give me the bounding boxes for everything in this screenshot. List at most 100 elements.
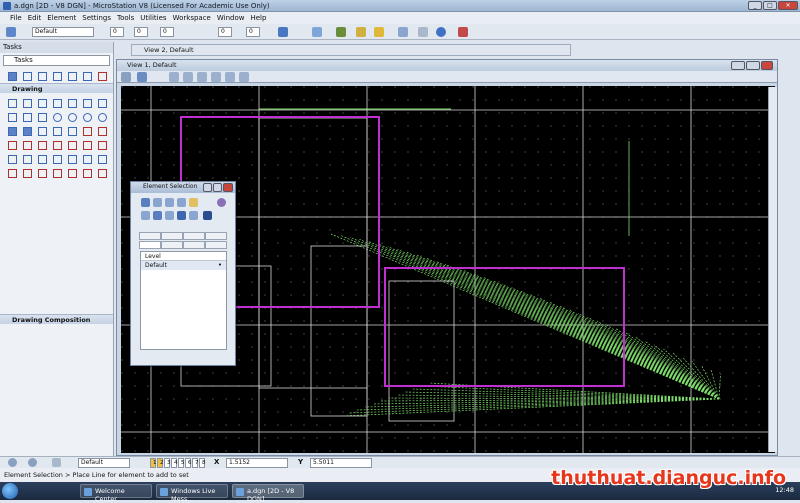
levels-icon[interactable]: [356, 27, 366, 37]
view-1-vertical-scrollbar[interactable]: [768, 87, 777, 452]
start-button[interactable]: [2, 483, 18, 499]
menu-workspace[interactable]: Workspace: [173, 14, 211, 22]
update-view-icon[interactable]: [137, 72, 147, 82]
tasks-selector[interactable]: Tasks: [3, 55, 110, 66]
num-combo-2[interactable]: 0: [246, 27, 260, 37]
select-all-icon[interactable]: [189, 198, 198, 207]
move-icon[interactable]: [36, 70, 47, 81]
show-pattern-icon[interactable]: [66, 153, 77, 164]
display-icon[interactable]: [374, 27, 384, 37]
select-individual-icon[interactable]: [141, 198, 150, 207]
tab-type[interactable]: [161, 232, 183, 240]
multi-line-icon[interactable]: [36, 97, 47, 108]
view-1-maximize-button[interactable]: [746, 61, 760, 70]
menu-window[interactable]: Window: [217, 14, 245, 22]
perpendicular-icon[interactable]: [81, 97, 92, 108]
circle-icon[interactable]: [51, 111, 62, 122]
tab-symbology[interactable]: [183, 232, 205, 240]
key-in-icon[interactable]: [312, 27, 322, 37]
maximize-button[interactable]: □: [763, 1, 777, 10]
tab-style[interactable]: [183, 241, 205, 249]
dialog-minimize-button[interactable]: [203, 183, 212, 192]
rectangle-icon[interactable]: [6, 111, 17, 122]
dimension-radial-icon[interactable]: [36, 167, 47, 178]
dimension-ordinate-icon[interactable]: [51, 167, 62, 178]
element-info-icon[interactable]: [278, 27, 288, 37]
tab-class[interactable]: [205, 232, 227, 240]
taskbar-windows-live[interactable]: Windows Live Mess...: [156, 484, 228, 503]
text-match-icon[interactable]: [96, 139, 107, 150]
level-combo[interactable]: Default: [32, 27, 94, 37]
back-icon[interactable]: [8, 458, 17, 467]
clear-selection-icon[interactable]: [189, 211, 198, 220]
snap-icon[interactable]: [398, 27, 408, 37]
polygon-icon[interactable]: [21, 111, 32, 122]
text-spell-icon[interactable]: [66, 139, 77, 150]
tab-weight[interactable]: [205, 241, 227, 249]
help-icon[interactable]: [436, 27, 446, 37]
weight-combo[interactable]: 0: [160, 27, 174, 37]
num-combo-1[interactable]: 0: [218, 27, 232, 37]
menu-tools[interactable]: Tools: [117, 14, 134, 22]
taskbar-microstation[interactable]: a.dgn [2D - V8 DGN]...: [232, 484, 304, 503]
dimension-update-icon[interactable]: [81, 167, 92, 178]
list-item[interactable]: Default •: [141, 261, 226, 270]
view-toggle-5[interactable]: 5: [178, 458, 185, 468]
cell-icon[interactable]: [21, 125, 32, 136]
select-block-icon[interactable]: [153, 198, 162, 207]
drawing-composition-header[interactable]: Drawing Composition: [0, 314, 113, 324]
pattern-icon[interactable]: [6, 153, 17, 164]
forward-icon[interactable]: [28, 458, 37, 467]
zoom-in-icon[interactable]: [169, 72, 179, 82]
accudraw-icon[interactable]: [418, 27, 428, 37]
trim-icon[interactable]: [81, 125, 92, 136]
match-pattern-icon[interactable]: [81, 153, 92, 164]
menu-settings[interactable]: Settings: [82, 14, 111, 22]
arc-2-icon[interactable]: [96, 111, 107, 122]
close-button[interactable]: ✕: [778, 1, 798, 10]
minimize-button[interactable]: _: [748, 1, 762, 10]
active-level-icon[interactable]: [6, 27, 16, 37]
menu-element[interactable]: Element: [47, 14, 76, 22]
mode-subtract-icon[interactable]: [165, 211, 174, 220]
mode-new-icon[interactable]: [141, 211, 150, 220]
select-by-cursor-icon[interactable]: [203, 211, 212, 220]
select-shape-icon[interactable]: [165, 198, 174, 207]
fillet-icon[interactable]: [66, 125, 77, 136]
text-note-icon[interactable]: [51, 139, 62, 150]
y-coordinate-field[interactable]: 5.5011: [310, 458, 372, 468]
text-abc-icon[interactable]: [36, 139, 47, 150]
mode-add-icon[interactable]: [153, 211, 162, 220]
view-2-window[interactable]: View 2, Default: [131, 44, 571, 56]
extend-icon[interactable]: [96, 125, 107, 136]
linear-pattern-icon[interactable]: [96, 153, 107, 164]
point-icon[interactable]: [51, 97, 62, 108]
text-icon[interactable]: [6, 139, 17, 150]
pan-view-icon[interactable]: [239, 72, 249, 82]
delete-pattern-icon[interactable]: [51, 153, 62, 164]
scale-icon[interactable]: [81, 70, 92, 81]
view-toggle-7[interactable]: 7: [192, 458, 199, 468]
block-icon[interactable]: [36, 111, 47, 122]
view-toggle-4[interactable]: 4: [171, 458, 178, 468]
view-toggle-8[interactable]: 8: [199, 458, 206, 468]
pointer-icon[interactable]: [21, 70, 32, 81]
rotate-icon[interactable]: [66, 70, 77, 81]
rotate-view-icon[interactable]: [225, 72, 235, 82]
menu-utilities[interactable]: Utilities: [140, 14, 166, 22]
taskbar-welcome-center[interactable]: Welcome Center: [80, 484, 152, 503]
dimension-geometry-icon[interactable]: [96, 167, 107, 178]
dialog-close-button[interactable]: [223, 183, 233, 192]
element-selection-tool-icon[interactable]: [6, 70, 17, 81]
hatch-icon[interactable]: [21, 153, 32, 164]
view-toggle-6[interactable]: 6: [185, 458, 192, 468]
tab-levels-list[interactable]: [139, 241, 161, 249]
dimension-angle-icon[interactable]: [21, 167, 32, 178]
angle-icon[interactable]: [96, 97, 107, 108]
view-1-close-button[interactable]: [761, 61, 773, 70]
tab-color[interactable]: [161, 241, 183, 249]
level-column-header[interactable]: Level: [141, 252, 226, 261]
construct-icon[interactable]: [66, 97, 77, 108]
crosshatch-icon[interactable]: [36, 153, 47, 164]
select-line-icon[interactable]: [177, 198, 186, 207]
